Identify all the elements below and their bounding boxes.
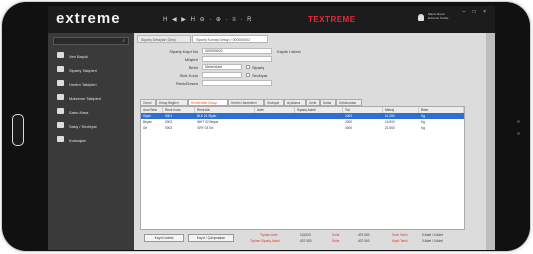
truck-icon [57, 66, 64, 72]
order-form: Sipariş Kayıt No 000000002 Kayıtlı Liste… [142, 47, 472, 97]
color-label: Renk/Desen [175, 81, 198, 86]
subtab-production[interactable]: Üretim Hareketleri [228, 99, 264, 106]
right-panel-strip[interactable] [486, 33, 495, 250]
sidebar-item-label: Malzeme Takipleri [69, 96, 101, 101]
order-no-field[interactable]: 000000002 [202, 48, 272, 54]
subtab-general[interactable]: Genel [140, 99, 156, 106]
sidebar-item[interactable]: Malzeme Takipleri [53, 91, 133, 105]
order-unit-label: Ünite [332, 239, 340, 243]
navigation-toolbar[interactable]: H ◀ ▶ H ⊖ · ⊕ · ≡ · R [163, 16, 253, 23]
tablet-frame: extreme H ◀ ▶ H ⊖ · ⊕ · ≡ · R TEXTREME M… [2, 2, 530, 251]
color-field[interactable] [202, 80, 272, 86]
stock-field[interactable] [202, 72, 242, 78]
sidebar-item[interactable]: Veri Başlık [53, 49, 133, 63]
tab-order-entry[interactable]: Sipariş Detayları Girişi [137, 35, 191, 43]
sidebar-search-input[interactable]: ⌕ [53, 37, 129, 45]
sidebar: ⌕ Veri Başlık Sipariş Takipleri Üretim T… [48, 33, 134, 250]
order-qty-label: Toplam Sipariş Adedi [250, 239, 280, 243]
sensor-dot [517, 120, 520, 123]
unit-label: Birim [188, 65, 198, 70]
app-screen: extreme H ◀ ▶ H ⊖ · ⊕ · ≡ · R TEXTREME M… [48, 6, 495, 250]
sensor-dot [517, 132, 520, 135]
shipment-checkbox-label: Sevkiyat [252, 73, 268, 78]
grid-cell: Gri [143, 126, 148, 130]
sidebar-item[interactable]: Üretim Takipleri [53, 77, 133, 91]
customer-field[interactable] [202, 56, 272, 62]
tab-order-fabric[interactable]: Sipariş Kumaş Detayı / 000000002 [192, 35, 268, 43]
user-info: Marco Rossi Extreme Textile [428, 12, 448, 20]
customer-label: Müşteri [184, 57, 198, 62]
subtab-notes[interactable]: Notlar [320, 99, 336, 106]
grid-cell: GRY 03 Gri [197, 126, 214, 130]
order-checkbox-label: Sipariş [252, 65, 265, 70]
order-qty-value: 407.000 [300, 239, 312, 243]
top-bar: extreme H ◀ ▶ H ⊖ · ⊕ · ≡ · R TEXTREME M… [48, 6, 495, 33]
record-date-label: Kayıt Tarihi [392, 239, 408, 243]
cart-icon [57, 108, 64, 114]
subtab-description[interactable]: Açıklama [284, 99, 306, 106]
main-content: Sipariş Detayları Girişi Sipariş Kumaş D… [134, 33, 495, 250]
sidebar-item-label: Satış / Sevkiyat [69, 124, 97, 129]
brand-logo: TEXTREME [308, 15, 356, 24]
grid-cell: 21.500 [385, 126, 395, 130]
shipping-icon [57, 122, 64, 128]
total-unit-label: Ünite [332, 233, 340, 237]
box-icon [57, 94, 64, 100]
grid-cell: Kg [421, 126, 425, 130]
grid-cell: 4000 [345, 126, 353, 130]
grid-cell: 0003 [165, 126, 173, 130]
stock-label: Stok Kodu [179, 73, 198, 78]
chart-icon [57, 52, 64, 58]
home-button[interactable] [12, 114, 24, 146]
user-icon[interactable] [418, 14, 424, 21]
shipment-checkbox[interactable] [246, 73, 250, 77]
related-list-label: Kayıtlı Listesi [277, 49, 301, 54]
ship-date-label: Sevk Tarihi [392, 233, 408, 237]
sidebar-item[interactable]: Sipariş Takipleri [53, 63, 133, 77]
total-unit-value: 407.000 [358, 233, 370, 237]
fabric-icon [57, 136, 64, 142]
record-date-value: 0 Adet / 0 Adet [422, 239, 443, 243]
document-tabs: Sipariş Detayları Girişi Sipariş Kumaş D… [134, 35, 495, 44]
window-controls[interactable]: – □ × [463, 9, 490, 15]
ship-date-value: 0 Adet / 0 Adet [422, 233, 443, 237]
user-company: Extreme Textile [428, 16, 449, 20]
subtab-documents[interactable]: Dökümanlar [336, 99, 362, 106]
sidebar-item-label: Sipariş Takipleri [69, 68, 97, 73]
record-actions-button[interactable]: Kayıt / Çalışmaları [188, 234, 234, 242]
summary-footer: Kayıt Listesi Kayıt / Çalışmaları Toplam… [140, 232, 470, 246]
subtab-color-quality[interactable]: Renk/Kalite Detayı [188, 99, 228, 106]
sidebar-item[interactable]: Satış / Sevkiyat [53, 119, 133, 133]
sidebar-item-label: Üretim Takipleri [69, 82, 97, 87]
sidebar-item[interactable]: Kumaşlar [53, 133, 133, 147]
table-row[interactable]: Gri 0003 GRY 03 Gri 4000 21.500 Kg [141, 125, 464, 131]
order-unit-value: 407.000 [358, 239, 370, 243]
record-list-button[interactable]: Kayıt Listesi [144, 234, 184, 242]
search-icon: ⌕ [122, 38, 125, 44]
app-logo: extreme [56, 10, 121, 27]
total-qty-value: 101023 [300, 233, 311, 237]
sidebar-item-label: Veri Başlık [69, 54, 88, 59]
subtab-shipment[interactable]: Sevkiyat [264, 99, 284, 106]
total-qty-label: Toplam Adet [260, 233, 278, 237]
subtab-unit[interactable]: Ünite [306, 99, 320, 106]
unit-select[interactable]: Metre/Adet [202, 64, 242, 70]
order-checkbox[interactable] [246, 65, 250, 69]
subtab-details[interactable]: Detay Bilgileri [156, 99, 188, 106]
sidebar-item-label: Kumaşlar [69, 138, 86, 143]
detail-subtabs: Genel Detay Bilgileri Renk/Kalite Detayı… [140, 99, 470, 106]
sidebar-item[interactable]: Satın Alma [53, 105, 133, 119]
color-grid: Ana Renk Renk Kodu Renk Adı Adet Sipariş… [140, 106, 465, 230]
order-no-label: Sipariş Kayıt No [169, 49, 198, 54]
factory-icon [57, 80, 64, 86]
sidebar-item-label: Satın Alma [69, 110, 89, 115]
